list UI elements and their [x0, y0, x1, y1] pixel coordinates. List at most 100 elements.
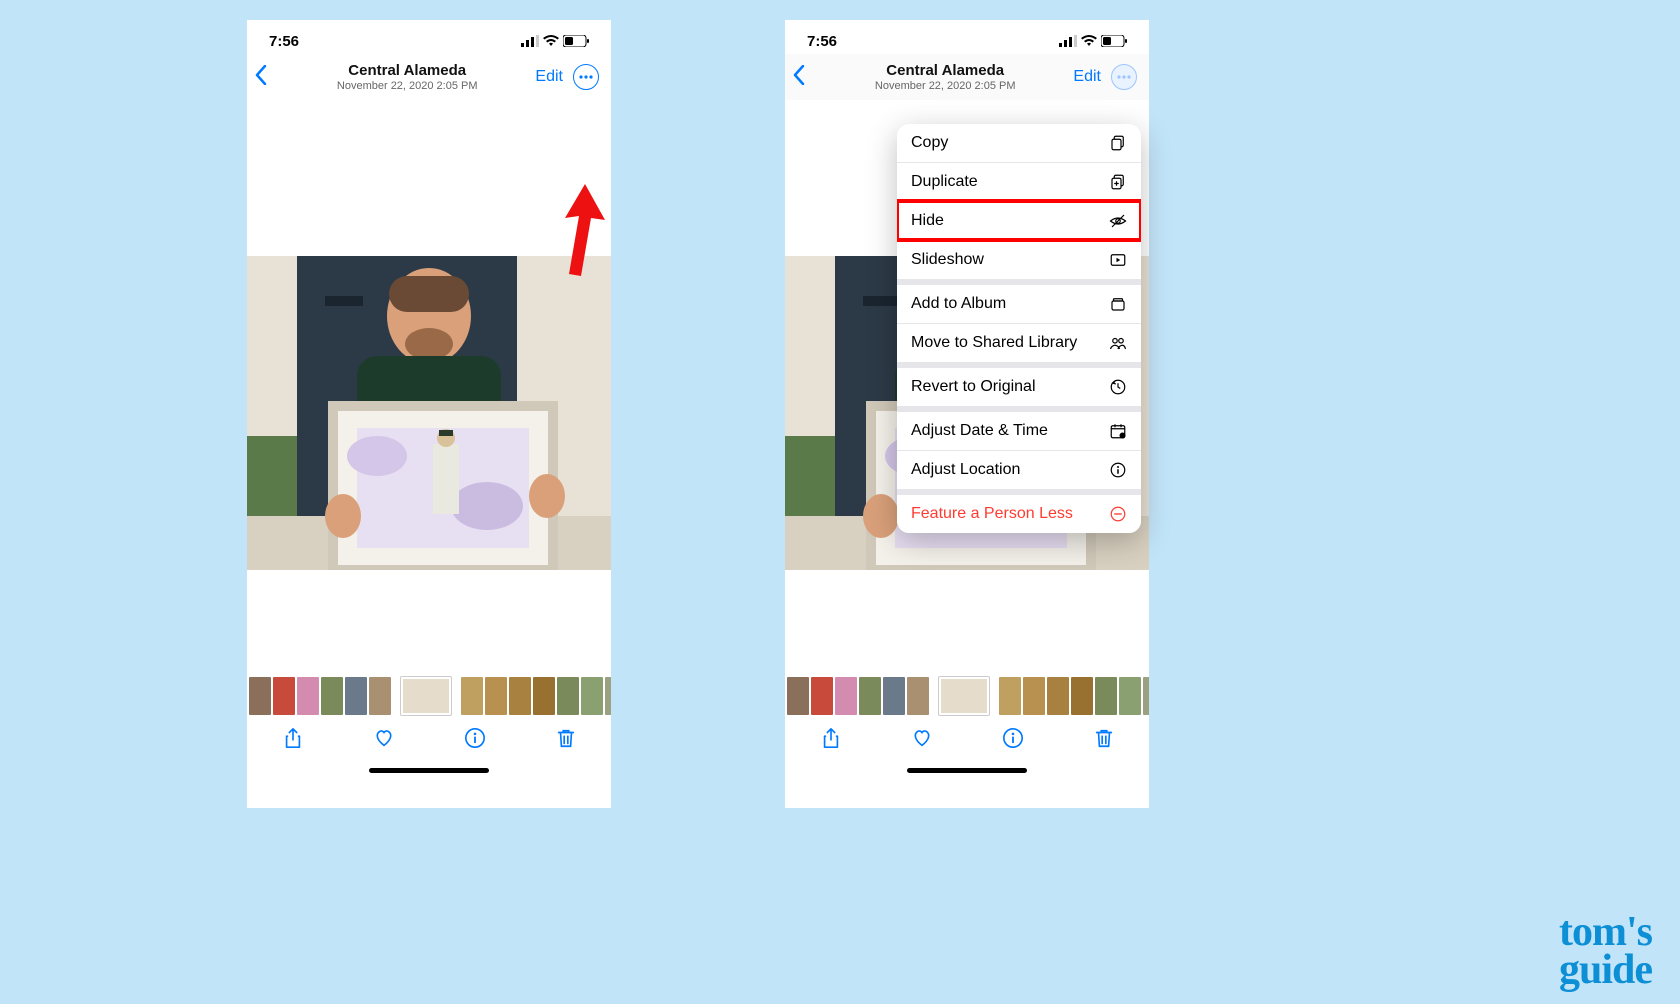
nav-title: Central Alameda	[279, 62, 535, 79]
status-indicators	[521, 35, 589, 47]
share-button[interactable]	[282, 727, 304, 754]
battery-icon	[1101, 35, 1127, 47]
album-icon	[1109, 295, 1127, 313]
info-icon	[1002, 727, 1024, 749]
play-rectangle-icon	[1109, 251, 1127, 269]
wifi-icon	[1081, 35, 1097, 47]
menu-duplicate[interactable]: Duplicate	[897, 162, 1141, 201]
list-item[interactable]	[1095, 677, 1117, 715]
nav-subtitle: November 22, 2020 2:05 PM	[279, 80, 535, 92]
people-icon	[1109, 334, 1127, 352]
menu-slideshow[interactable]: Slideshow	[897, 240, 1141, 279]
list-item[interactable]	[249, 677, 271, 715]
list-item[interactable]	[461, 677, 483, 715]
list-item[interactable]	[1143, 677, 1149, 715]
status-indicators	[1059, 35, 1127, 47]
copy-icon	[1109, 134, 1127, 152]
share-icon	[282, 727, 304, 749]
status-time: 7:56	[807, 33, 837, 50]
nav-title-group: Central Alameda November 22, 2020 2:05 P…	[817, 62, 1073, 92]
menu-revert-original[interactable]: Revert to Original	[897, 368, 1141, 406]
ellipsis-icon	[579, 75, 593, 79]
list-item[interactable]	[509, 677, 531, 715]
info-icon	[1109, 461, 1127, 479]
trash-icon	[555, 727, 577, 749]
list-item[interactable]	[999, 677, 1021, 715]
main-photo	[247, 256, 611, 570]
menu-hide[interactable]: Hide	[897, 201, 1141, 240]
list-item[interactable]	[485, 677, 507, 715]
thumbnail-scrubber[interactable]	[785, 676, 1149, 716]
list-item[interactable]	[883, 677, 905, 715]
current-thumbnail[interactable]	[939, 677, 989, 715]
menu-feature-person-less[interactable]: Feature a Person Less	[897, 495, 1141, 533]
cellular-icon	[1059, 35, 1077, 47]
trash-icon	[1093, 727, 1115, 749]
status-bar: 7:56	[247, 20, 611, 54]
nav-bar: Central Alameda November 22, 2020 2:05 P…	[785, 54, 1149, 100]
list-item[interactable]	[369, 677, 391, 715]
list-item[interactable]	[533, 677, 555, 715]
heart-icon	[911, 727, 933, 749]
back-button[interactable]	[793, 65, 817, 90]
list-item[interactable]	[1047, 677, 1069, 715]
list-item[interactable]	[345, 677, 367, 715]
share-icon	[820, 727, 842, 749]
battery-icon	[563, 35, 589, 47]
info-button[interactable]	[464, 727, 486, 754]
list-item[interactable]	[557, 677, 579, 715]
eye-slash-icon	[1109, 212, 1127, 230]
home-indicator[interactable]	[369, 768, 489, 773]
bottom-toolbar	[785, 716, 1149, 764]
delete-button[interactable]	[1093, 727, 1115, 754]
nav-subtitle: November 22, 2020 2:05 PM	[817, 80, 1073, 92]
back-button[interactable]	[255, 65, 279, 90]
edit-button[interactable]: Edit	[535, 68, 563, 86]
photo-viewer[interactable]	[247, 100, 611, 676]
calendar-icon	[1109, 422, 1127, 440]
menu-add-to-album[interactable]: Add to Album	[897, 285, 1141, 323]
list-item[interactable]	[297, 677, 319, 715]
list-item[interactable]	[787, 677, 809, 715]
list-item[interactable]	[321, 677, 343, 715]
list-item[interactable]	[1071, 677, 1093, 715]
thumbnail-scrubber[interactable]	[247, 676, 611, 716]
list-item[interactable]	[581, 677, 603, 715]
status-bar: 7:56	[785, 20, 1149, 54]
iphone-screenshot-left: 7:56 Central Alameda November 22, 2020 2…	[247, 20, 611, 808]
menu-adjust-date-time[interactable]: Adjust Date & Time	[897, 412, 1141, 450]
watermark-logo: tom's guide	[1559, 914, 1652, 990]
menu-adjust-location[interactable]: Adjust Location	[897, 450, 1141, 489]
list-item[interactable]	[859, 677, 881, 715]
ellipsis-icon	[1117, 75, 1131, 79]
nav-bar: Central Alameda November 22, 2020 2:05 P…	[247, 54, 611, 100]
delete-button[interactable]	[555, 727, 577, 754]
menu-copy[interactable]: Copy	[897, 124, 1141, 162]
more-button[interactable]	[573, 64, 599, 90]
revert-icon	[1109, 378, 1127, 396]
current-thumbnail[interactable]	[401, 677, 451, 715]
menu-move-shared-library[interactable]: Move to Shared Library	[897, 323, 1141, 362]
list-item[interactable]	[1023, 677, 1045, 715]
edit-button[interactable]: Edit	[1073, 68, 1101, 86]
iphone-screenshot-right: 7:56 Central Alameda November 22, 2020 2…	[785, 20, 1149, 808]
list-item[interactable]	[605, 677, 611, 715]
chevron-left-icon	[255, 65, 267, 85]
info-icon	[464, 727, 486, 749]
list-item[interactable]	[1119, 677, 1141, 715]
list-item[interactable]	[273, 677, 295, 715]
favorite-button[interactable]	[911, 727, 933, 754]
favorite-button[interactable]	[373, 727, 395, 754]
heart-icon	[373, 727, 395, 749]
list-item[interactable]	[907, 677, 929, 715]
list-item[interactable]	[811, 677, 833, 715]
nav-title: Central Alameda	[817, 62, 1073, 79]
share-button[interactable]	[820, 727, 842, 754]
cellular-icon	[521, 35, 539, 47]
home-indicator[interactable]	[907, 768, 1027, 773]
more-button-active[interactable]	[1111, 64, 1137, 90]
info-button[interactable]	[1002, 727, 1024, 754]
nav-title-group: Central Alameda November 22, 2020 2:05 P…	[279, 62, 535, 92]
wifi-icon	[543, 35, 559, 47]
list-item[interactable]	[835, 677, 857, 715]
